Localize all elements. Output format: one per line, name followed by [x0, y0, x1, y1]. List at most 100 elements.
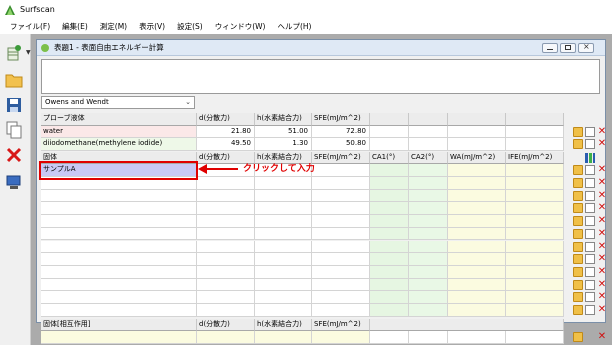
solid-value-cell[interactable]	[409, 177, 448, 190]
minimize-button[interactable]	[542, 43, 558, 53]
save-icon[interactable]	[3, 94, 25, 116]
probe-cell-empty[interactable]	[448, 125, 506, 139]
delete-icon[interactable]: ✕	[597, 203, 607, 213]
solid-value-cell[interactable]	[255, 227, 312, 241]
probe-cell-empty[interactable]	[506, 125, 564, 139]
delete-icon[interactable]: ✕	[597, 292, 607, 302]
solid-value-cell[interactable]	[312, 304, 370, 317]
open-folder-icon[interactable]	[573, 165, 583, 176]
sheet-icon[interactable]	[585, 190, 595, 201]
solid-value-cell[interactable]	[312, 253, 370, 266]
solid-value-cell[interactable]	[506, 189, 564, 203]
open-folder-icon[interactable]	[573, 254, 583, 265]
solid-value-cell[interactable]	[448, 304, 506, 317]
open-folder-icon[interactable]	[573, 292, 583, 303]
open-folder-icon[interactable]	[573, 139, 583, 150]
solid-name-cell[interactable]	[41, 227, 197, 241]
probe-cell-empty[interactable]	[370, 125, 409, 139]
solid-value-cell[interactable]	[448, 164, 506, 177]
solid-value-cell[interactable]	[506, 177, 564, 190]
sheet-icon[interactable]	[585, 178, 595, 188]
bar-chart-icon[interactable]	[585, 152, 595, 163]
solid-value-cell[interactable]	[255, 202, 312, 216]
open-folder-icon[interactable]	[573, 305, 583, 315]
solid-value-cell[interactable]	[409, 265, 448, 279]
solid-value-cell[interactable]	[409, 215, 448, 228]
sheet-icon[interactable]	[585, 126, 595, 137]
solid-value-cell[interactable]	[448, 215, 506, 228]
solid-value-cell[interactable]	[312, 202, 370, 216]
solid-value-cell[interactable]	[255, 265, 312, 279]
solid-value-cell[interactable]	[197, 278, 255, 292]
sheet-icon[interactable]	[585, 139, 595, 150]
copy-icon[interactable]	[3, 119, 25, 141]
delete-icon[interactable]: ✕	[597, 216, 607, 226]
sheet-icon[interactable]	[585, 305, 595, 315]
open-folder-icon[interactable]	[573, 216, 583, 227]
sheet-icon[interactable]	[585, 228, 595, 239]
solid-value-cell[interactable]	[255, 189, 312, 203]
open-folder-icon[interactable]	[573, 178, 583, 188]
delete-icon[interactable]: ✕	[597, 254, 607, 264]
solid-value-cell[interactable]	[448, 253, 506, 266]
solid-value-cell[interactable]	[506, 253, 564, 266]
solid-value-cell[interactable]	[448, 240, 506, 254]
interaction-cell[interactable]	[255, 331, 312, 345]
solid-value-cell[interactable]	[312, 240, 370, 254]
interaction-cell[interactable]	[41, 331, 197, 345]
solid-value-cell[interactable]	[312, 291, 370, 304]
solid-name-cell[interactable]	[41, 265, 197, 279]
solid-value-cell[interactable]	[255, 240, 312, 254]
solid-name-cell[interactable]	[41, 253, 197, 266]
method-select[interactable]: Owens and Wendt ⌄	[41, 96, 195, 109]
solid-value-cell[interactable]	[255, 304, 312, 317]
solid-value-cell[interactable]	[448, 291, 506, 304]
sheet-icon[interactable]	[585, 165, 595, 176]
restore-button[interactable]	[560, 43, 576, 53]
probe-cell-name[interactable]: diiodomethane(methylene iodide)	[41, 138, 197, 152]
solid-value-cell[interactable]	[448, 278, 506, 292]
open-folder-icon[interactable]	[573, 126, 583, 137]
solid-value-cell[interactable]	[409, 202, 448, 216]
solid-value-cell[interactable]	[448, 177, 506, 190]
solid-value-cell[interactable]	[312, 164, 370, 177]
solid-name-cell[interactable]	[41, 304, 197, 317]
sheet-icon[interactable]	[585, 292, 595, 303]
solid-value-cell[interactable]	[409, 164, 448, 177]
solid-value-cell[interactable]	[197, 304, 255, 317]
sheet-icon[interactable]	[585, 216, 595, 227]
solid-value-cell[interactable]	[409, 278, 448, 292]
solid-value-cell[interactable]	[255, 278, 312, 292]
solid-value-cell[interactable]	[506, 164, 564, 177]
probe-cell-empty[interactable]	[409, 125, 448, 139]
probe-cell-sfe[interactable]: 72.80	[312, 125, 370, 139]
interaction-cell[interactable]	[312, 331, 370, 345]
solid-value-cell[interactable]	[197, 253, 255, 266]
delete-icon[interactable]: ✕	[597, 126, 607, 137]
notes-textarea[interactable]	[41, 59, 600, 94]
probe-cell-sfe[interactable]: 50.80	[312, 138, 370, 152]
solid-value-cell[interactable]	[448, 227, 506, 241]
solid-value-cell[interactable]	[197, 291, 255, 304]
solid-value-cell[interactable]	[370, 304, 409, 317]
solid-value-cell[interactable]	[197, 202, 255, 216]
open-folder-icon[interactable]	[573, 279, 583, 290]
probe-cell-h[interactable]: 1.30	[255, 138, 312, 152]
solid-value-cell[interactable]	[312, 177, 370, 190]
solid-value-cell[interactable]	[409, 227, 448, 241]
menu-measure[interactable]: 測定(M)	[94, 19, 133, 34]
solid-name-cell[interactable]	[41, 202, 197, 216]
solid-value-cell[interactable]	[448, 265, 506, 279]
solid-value-cell[interactable]	[197, 189, 255, 203]
solid-value-cell[interactable]	[312, 278, 370, 292]
open-folder-icon[interactable]	[573, 228, 583, 239]
menu-edit[interactable]: 編集(E)	[56, 19, 94, 34]
solid-value-cell[interactable]	[312, 189, 370, 203]
solid-name-cell[interactable]	[41, 215, 197, 228]
probe-cell-empty[interactable]	[448, 138, 506, 152]
probe-cell-name[interactable]: water	[41, 125, 197, 139]
solid-name-cell[interactable]	[41, 278, 197, 292]
probe-cell-d[interactable]: 49.50	[197, 138, 255, 152]
solid-value-cell[interactable]	[409, 291, 448, 304]
delete-icon[interactable]: ✕	[597, 332, 607, 342]
